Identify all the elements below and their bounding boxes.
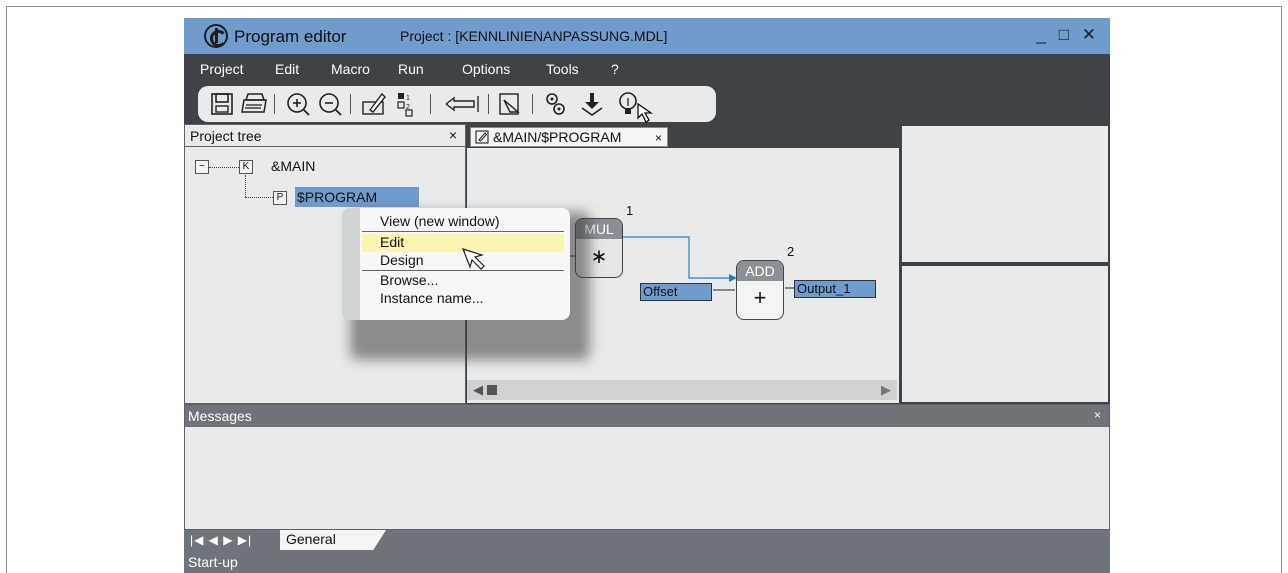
context-menu-gutter — [342, 208, 360, 320]
menu-help[interactable]: ? — [611, 61, 619, 77]
mouse-pointer-icon — [461, 248, 485, 270]
maximize-icon[interactable]: □ — [1059, 25, 1073, 44]
app-title: Program editor — [234, 27, 347, 46]
menu-item-edit[interactable]: Edit — [380, 234, 404, 250]
menu-edit[interactable]: Edit — [275, 61, 299, 77]
copy-block-icon[interactable] — [496, 90, 524, 118]
toolbar-separator — [430, 94, 431, 114]
save-icon[interactable] — [208, 90, 236, 118]
mouse-cursor-icon — [637, 102, 654, 123]
scroll-right-icon[interactable]: ▶ — [881, 382, 891, 398]
tab-label: &MAIN/$PROGRAM — [493, 129, 622, 145]
menu-item-view-new-window[interactable]: View (new window) — [380, 213, 500, 229]
zoom-out-icon[interactable] — [316, 90, 344, 118]
messages-close-button[interactable]: × — [1094, 408, 1101, 422]
add-block-number: 2 — [787, 244, 795, 259]
menu-macro[interactable]: Macro — [331, 61, 370, 77]
settings-icon[interactable] — [542, 90, 570, 118]
project-tree-header: Project tree × — [185, 125, 465, 147]
right-panel-bottom — [900, 264, 1110, 404]
minimize-icon[interactable]: _ — [1037, 25, 1050, 44]
undo-icon[interactable] — [442, 90, 482, 118]
mul-block-number: 1 — [626, 203, 634, 218]
edit-block-icon[interactable] — [360, 90, 388, 118]
tree-node-badge: P — [273, 191, 287, 205]
tab-main-program[interactable]: &MAIN/$PROGRAM × — [470, 127, 668, 147]
wire-mul-add — [622, 236, 735, 279]
menu-tools[interactable]: Tools — [546, 61, 579, 77]
download-icon[interactable] — [578, 90, 606, 118]
right-panel-top — [900, 124, 1110, 264]
print-icon[interactable] — [240, 90, 268, 118]
sheet-nav-buttons[interactable]: |◀ ◀ ▶ ▶| — [190, 533, 252, 547]
sheet-tabs-bar: |◀ ◀ ▶ ▶| General — [184, 530, 1110, 552]
title-bar: Program editor Project : [KENNLINIENANPA… — [184, 18, 1110, 54]
tab-general-label: General — [286, 531, 336, 547]
horizontal-scrollbar[interactable]: ◀ ▶ — [467, 380, 897, 400]
menu-item-design[interactable]: Design — [380, 252, 424, 268]
tree-connector — [245, 197, 273, 198]
tab-close-button[interactable]: × — [655, 131, 662, 145]
window-controls[interactable]: _ □ ✕ — [1037, 25, 1100, 45]
add-block[interactable]: ADD + — [736, 260, 784, 320]
tree-connector — [245, 175, 246, 197]
messages-panel: Messages × — [184, 404, 1110, 530]
tree-node-main[interactable]: &MAIN — [271, 158, 315, 174]
offset-input-label[interactable]: Offset — [640, 283, 712, 301]
toolbar-separator — [532, 94, 533, 114]
output-label[interactable]: Output_1 — [794, 280, 876, 298]
project-title: Project : [KENNLINIENANPASSUNG.MDL] — [400, 28, 668, 44]
status-text: Start-up — [188, 554, 238, 570]
add-block-label: ADD — [737, 261, 783, 281]
add-block-symbol: + — [753, 285, 767, 310]
tree-connector — [209, 167, 239, 168]
toolbar: 1 2 — [198, 86, 716, 123]
menu-project[interactable]: Project — [200, 61, 244, 77]
toolbar-separator — [350, 94, 351, 114]
scroll-thumb[interactable] — [487, 385, 497, 395]
app-logo-icon — [204, 24, 228, 48]
project-tree-close-button[interactable]: × — [449, 127, 457, 143]
menu-bar: Project Edit Macro Run Options Tools ? — [184, 54, 1110, 84]
menu-run[interactable]: Run — [398, 61, 424, 77]
messages-title: Messages — [188, 408, 252, 424]
menu-item-browse[interactable]: Browse... — [380, 272, 438, 288]
numbering-icon[interactable]: 1 2 — [392, 90, 420, 118]
messages-header: Messages × — [185, 405, 1109, 427]
svg-text:1: 1 — [406, 95, 410, 102]
tab-general[interactable]: General — [280, 530, 386, 550]
scroll-left-icon[interactable]: ◀ — [473, 382, 483, 398]
menu-item-instance-name[interactable]: Instance name... — [380, 290, 484, 306]
status-bar: Start-up — [184, 552, 1110, 573]
tree-node-program[interactable]: $PROGRAM — [295, 187, 419, 207]
zoom-in-icon[interactable] — [284, 90, 312, 118]
tree-node-badge: K — [239, 160, 253, 174]
document-edit-icon — [475, 130, 489, 144]
tree-collapse-icon[interactable]: − — [195, 160, 209, 174]
toolbar-separator — [274, 94, 275, 114]
project-tree-title: Project tree — [190, 128, 262, 144]
menu-options[interactable]: Options — [462, 61, 510, 77]
context-menu-separator — [362, 231, 564, 232]
toolbar-separator — [488, 94, 489, 114]
close-icon[interactable]: ✕ — [1082, 25, 1100, 44]
context-menu: View (new window) Edit Design Browse... … — [342, 208, 570, 320]
program-editor-window: Program editor Project : [KENNLINIENANPA… — [184, 18, 1110, 573]
